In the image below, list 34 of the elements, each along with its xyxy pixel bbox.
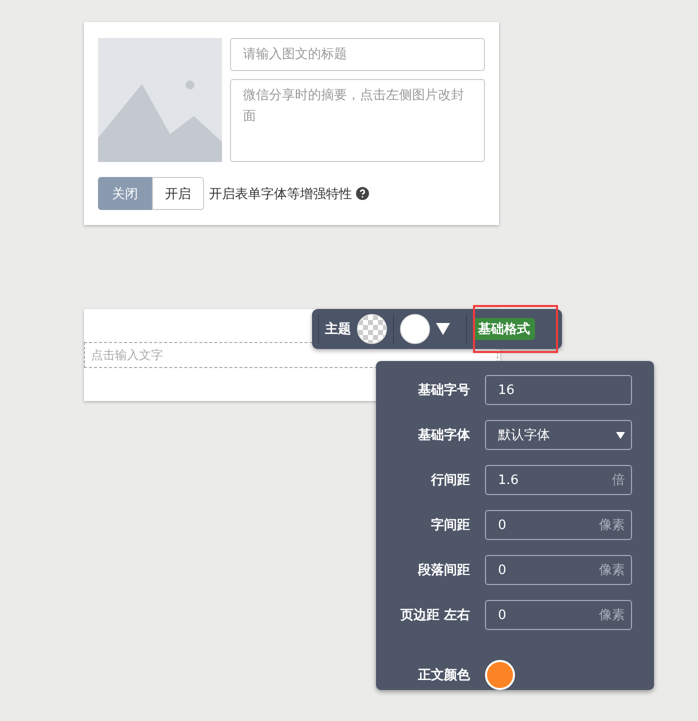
input-value: 0 [498,562,506,578]
field-label: 正文颜色 [417,666,470,684]
field-label: 页边距 左右 [399,607,470,624]
unit-label: 像素 [599,517,625,534]
toggle-hint: 开启表单字体等增强特性 [209,186,352,202]
field-label: 行间距 [430,472,470,489]
field-label: 基础字号 [417,382,470,399]
input-field[interactable]: 0 像素 [485,555,632,585]
field-label: 段落间距 [416,562,470,579]
unit-label: 像素 [599,562,625,579]
input-field[interactable]: 0 像素 [485,510,632,540]
input-value: 16 [498,382,515,398]
font-select[interactable]: 默认字体 [485,420,632,450]
dropdown-icon [616,432,625,438]
input-value: 0 [498,518,506,532]
summary-field[interactable]: 微信分享时的摘要，点击左侧图片改封面 [230,79,485,162]
theme-swatch[interactable] [357,314,387,344]
theme-label: 主题 [325,320,351,338]
caret-icon[interactable] [436,323,450,335]
input-field[interactable]: 16 [485,375,632,405]
field-label: 基础字体 [417,426,470,444]
select-value: 默认字体 [498,427,550,444]
help-icon[interactable] [356,187,369,200]
input-field[interactable]: 1.6 倍 [485,465,632,495]
input-value: 0 [498,608,506,622]
color-swatch[interactable] [400,314,430,344]
title-field[interactable]: 请输入图文的标题 [230,38,485,71]
input-value: 1.6 [498,472,519,488]
format-button[interactable]: 基础格式 [473,318,535,340]
field-label: 字间距 [430,516,470,534]
unit-label: 倍 [612,472,625,489]
toggle-option[interactable]: 开启 [152,177,204,210]
unit-label: 像素 [599,607,625,624]
input-field[interactable]: 0 像素 [485,600,632,630]
